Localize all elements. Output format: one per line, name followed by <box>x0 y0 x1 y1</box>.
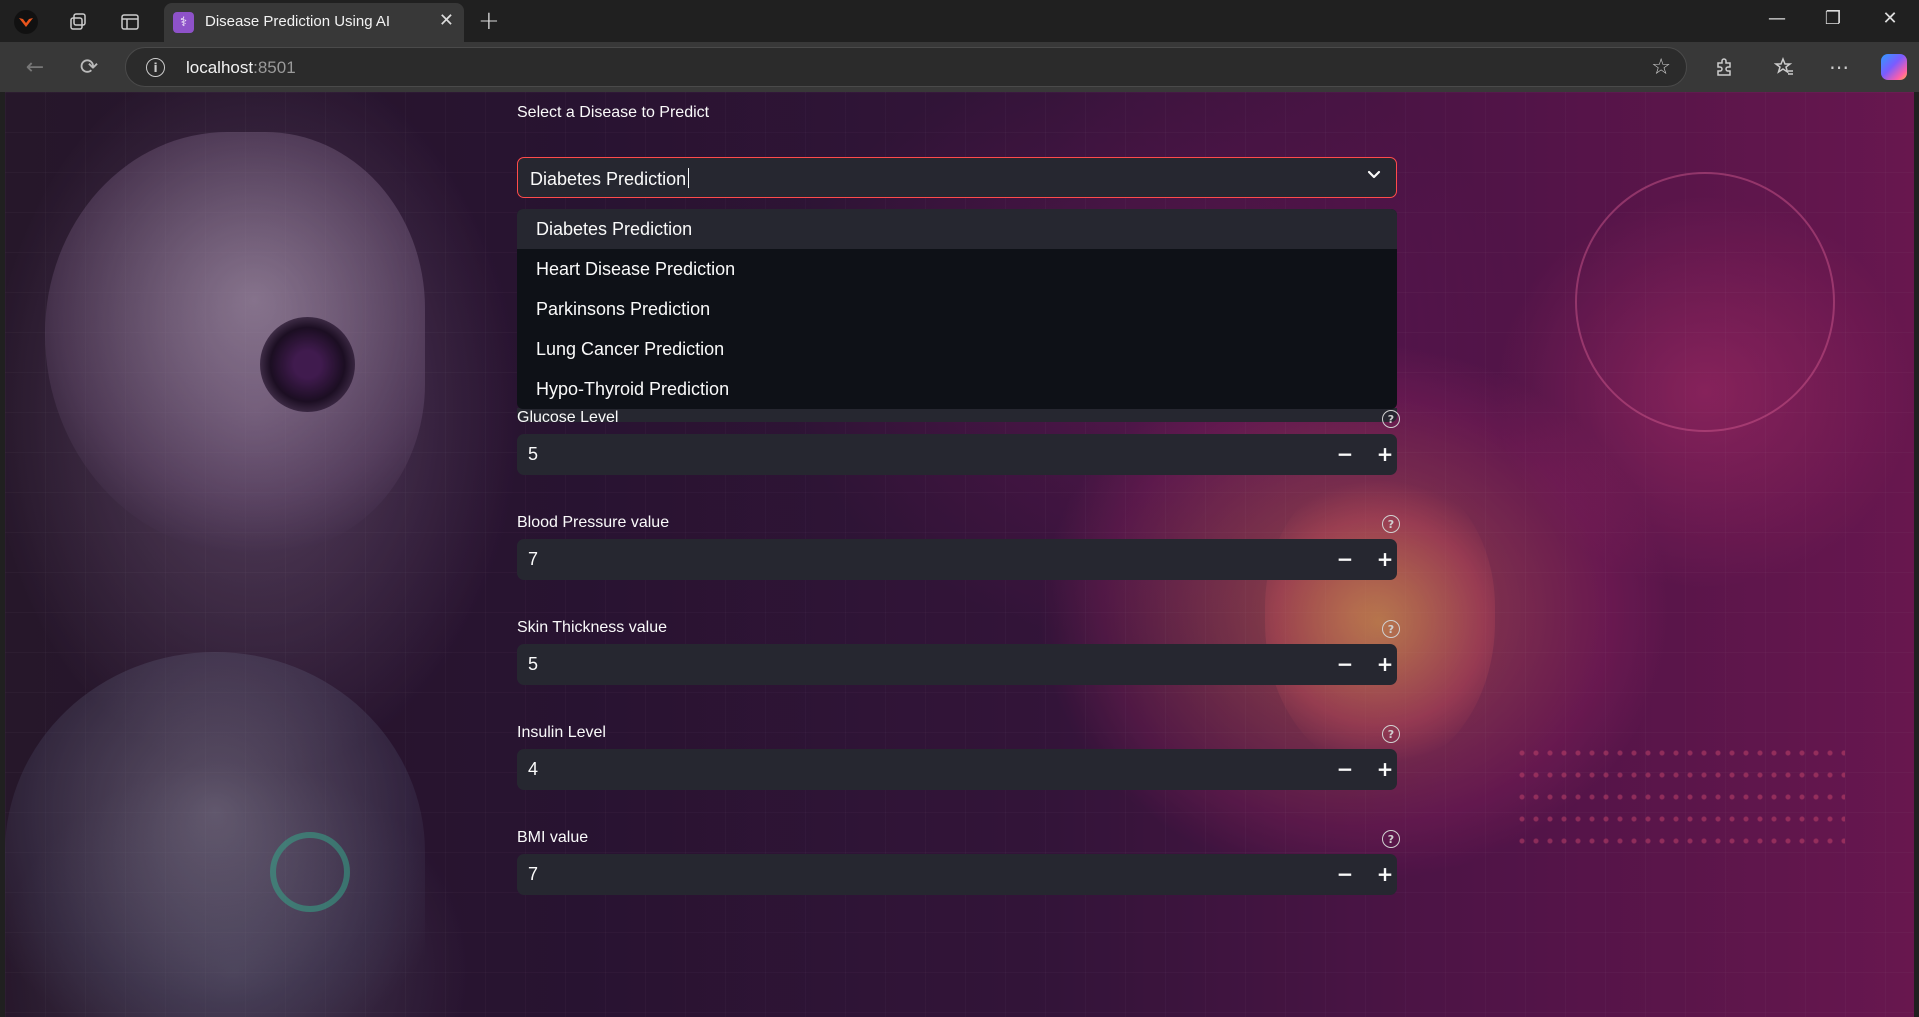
disease-select-label: Select a Disease to Predict <box>517 104 710 121</box>
skin-thickness-label: Skin Thickness value <box>517 619 667 636</box>
back-icon[interactable]: ← <box>20 52 50 82</box>
bmi-increment-button[interactable]: + <box>1372 861 1398 887</box>
insulin-decrement-button[interactable]: − <box>1332 756 1358 782</box>
blood-pressure-label: Blood Pressure value <box>517 514 670 531</box>
copilot-icon[interactable] <box>1879 52 1909 82</box>
disease-dropdown-menu: Diabetes Prediction Heart Disease Predic… <box>517 209 1397 409</box>
blood-pressure-help-icon[interactable]: ? <box>1382 515 1400 533</box>
favorites-icon[interactable] <box>1769 52 1799 82</box>
favorite-star-icon[interactable]: ☆ <box>1651 55 1671 80</box>
bmi-label: BMI value <box>517 829 589 846</box>
browser-tab[interactable]: ⚕ Disease Prediction Using AI ✕ <box>164 3 464 42</box>
blood-pressure-increment-button[interactable]: + <box>1372 546 1398 572</box>
glucose-decrement-button[interactable]: − <box>1332 441 1358 467</box>
bmi-decrement-button[interactable]: − <box>1332 861 1358 887</box>
bmi-input[interactable]: 7 − + <box>517 854 1397 895</box>
chevron-down-icon[interactable] <box>1366 166 1382 186</box>
glucose-input[interactable]: 5 − + <box>517 434 1397 475</box>
browser-toolbar: ← ⟳ i localhost:8501 ☆ ⋯ <box>0 42 1919 92</box>
address-host: localhost <box>186 58 254 77</box>
glucose-help-icon[interactable]: ? <box>1382 410 1400 428</box>
address-url[interactable]: localhost:8501 <box>186 58 296 78</box>
site-info-icon[interactable]: i <box>146 58 165 77</box>
dropdown-option-hypo-thyroid[interactable]: Hypo-Thyroid Prediction <box>517 369 1397 409</box>
insulin-label: Insulin Level <box>517 724 606 741</box>
tab-favicon-icon: ⚕ <box>173 12 194 33</box>
workspaces-icon[interactable] <box>65 9 91 35</box>
tab-close-icon[interactable]: ✕ <box>439 11 454 31</box>
insulin-input[interactable]: 4 − + <box>517 749 1397 790</box>
dropdown-option-lung-cancer[interactable]: Lung Cancer Prediction <box>517 329 1397 369</box>
blood-pressure-input[interactable]: 7 − + <box>517 539 1397 580</box>
maximize-icon[interactable]: ❐ <box>1818 8 1848 29</box>
skin-thickness-value[interactable]: 5 <box>528 654 538 675</box>
dropdown-shadow-strip <box>517 408 1397 422</box>
new-tab-button[interactable]: + <box>478 8 500 34</box>
dropdown-option-parkinsons[interactable]: Parkinsons Prediction <box>517 289 1397 329</box>
reload-icon[interactable]: ⟳ <box>74 52 104 82</box>
bmi-help-icon[interactable]: ? <box>1382 830 1400 848</box>
tab-actions-icon[interactable] <box>117 9 143 35</box>
close-window-icon[interactable]: ✕ <box>1875 8 1905 29</box>
dropdown-option-diabetes[interactable]: Diabetes Prediction <box>517 209 1397 249</box>
browser-titlebar: ⚕ Disease Prediction Using AI ✕ + — ❐ ✕ <box>0 0 1919 42</box>
blood-pressure-value[interactable]: 7 <box>528 549 538 570</box>
glucose-value[interactable]: 5 <box>528 444 538 465</box>
skin-thickness-increment-button[interactable]: + <box>1372 651 1398 677</box>
page-viewport: Select a Disease to Predict Diabetes Pre… <box>5 92 1914 1017</box>
glucose-increment-button[interactable]: + <box>1372 441 1398 467</box>
bmi-value[interactable]: 7 <box>528 864 538 885</box>
skin-thickness-decrement-button[interactable]: − <box>1332 651 1358 677</box>
glucose-label: Glucose Level <box>517 409 619 426</box>
minimize-icon[interactable]: — <box>1762 8 1792 29</box>
browser-profile-icon[interactable] <box>13 9 39 35</box>
more-icon[interactable]: ⋯ <box>1824 52 1854 82</box>
skin-thickness-input[interactable]: 5 − + <box>517 644 1397 685</box>
address-port: :8501 <box>253 58 296 77</box>
insulin-increment-button[interactable]: + <box>1372 756 1398 782</box>
skin-thickness-help-icon[interactable]: ? <box>1382 620 1400 638</box>
extensions-icon[interactable] <box>1709 52 1739 82</box>
address-bar[interactable]: i localhost:8501 ☆ <box>125 47 1687 87</box>
insulin-value[interactable]: 4 <box>528 759 538 780</box>
insulin-help-icon[interactable]: ? <box>1382 725 1400 743</box>
blood-pressure-decrement-button[interactable]: − <box>1332 546 1358 572</box>
disease-select-value[interactable]: Diabetes Prediction <box>530 168 690 190</box>
tab-title: Disease Prediction Using AI <box>205 13 391 30</box>
disease-select[interactable]: Diabetes Prediction <box>517 157 1397 198</box>
dropdown-option-heart-disease[interactable]: Heart Disease Prediction <box>517 249 1397 289</box>
